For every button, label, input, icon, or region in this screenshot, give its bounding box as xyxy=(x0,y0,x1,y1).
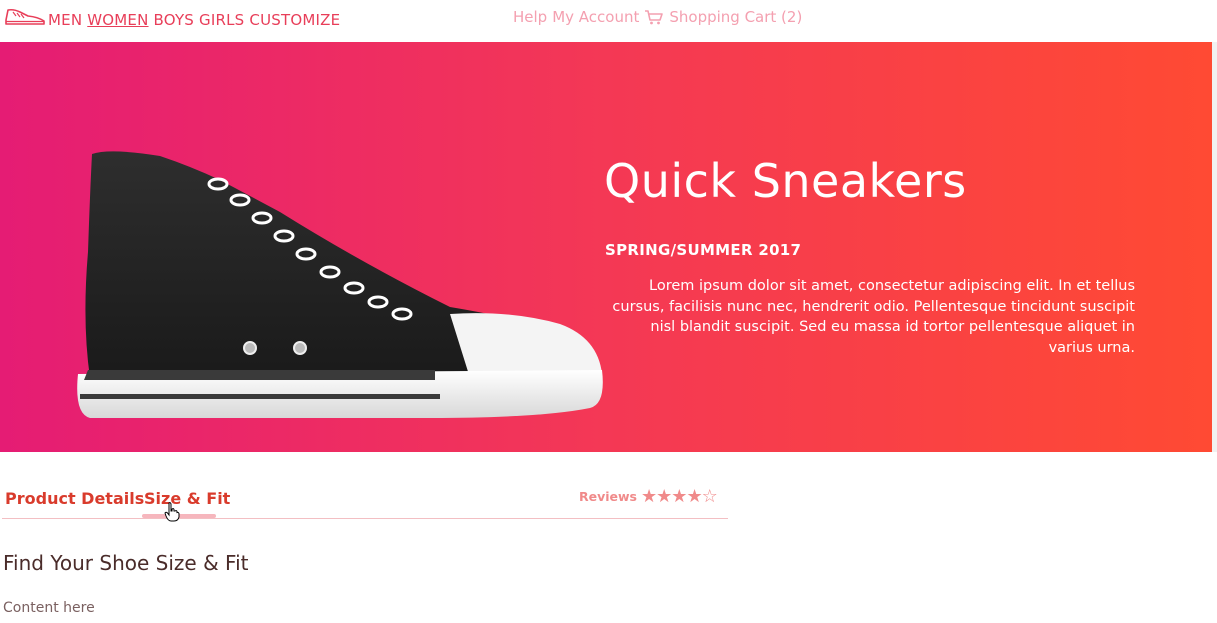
top-navigation-bar: MEN WOMEN BOYS GIRLS CUSTOMIZE Help My A… xyxy=(0,0,1217,42)
star-filled-icon: ★ xyxy=(671,486,687,507)
my-account-link[interactable]: My Account xyxy=(552,8,639,26)
tab-product-details[interactable]: Product Details xyxy=(5,489,144,508)
star-filled-icon: ★ xyxy=(686,486,702,507)
nav-item-girls[interactable]: GIRLS xyxy=(199,11,244,29)
nav-item-boys[interactable]: BOYS xyxy=(154,11,195,29)
logo[interactable] xyxy=(4,6,46,28)
hero-description: Lorem ipsum dolor sit amet, consectetur … xyxy=(612,278,1135,356)
hero-title: Quick Sneakers xyxy=(604,154,967,208)
sneaker-product-image xyxy=(77,151,603,418)
reviews-rating[interactable]: Reviews ★★★★☆ xyxy=(579,486,718,507)
star-filled-icon: ★ xyxy=(656,486,672,507)
shopping-cart-link[interactable]: Shopping Cart (2) xyxy=(669,8,802,26)
hand-pointer-cursor-icon xyxy=(164,502,180,522)
sneaker-logo-icon xyxy=(5,8,45,25)
account-nav: Help My Account Shopping Cart (2) xyxy=(513,8,802,26)
tab-size-and-fit[interactable]: Size & Fit xyxy=(144,489,230,508)
product-tabs: Product Details Size & Fit Reviews ★★★★☆ xyxy=(0,452,728,520)
nav-item-men[interactable]: MEN xyxy=(48,11,82,29)
tabs-divider xyxy=(2,518,728,519)
hero-season-label: SPRING/SUMMER 2017 xyxy=(605,241,802,259)
nav-item-customize[interactable]: CUSTOMIZE xyxy=(249,11,340,29)
star-filled-icon: ★ xyxy=(641,486,657,507)
page-scrollbar[interactable] xyxy=(1212,42,1217,452)
help-link[interactable]: Help xyxy=(513,8,547,26)
main-category-nav: MEN WOMEN BOYS GIRLS CUSTOMIZE xyxy=(48,11,340,29)
nav-item-women[interactable]: WOMEN xyxy=(87,11,148,29)
shopping-cart-icon[interactable] xyxy=(644,9,664,25)
hero-banner: Quick Sneakers SPRING/SUMMER 2017 Lorem … xyxy=(0,42,1212,452)
star-empty-icon: ☆ xyxy=(701,486,718,507)
reviews-label: Reviews xyxy=(579,489,638,504)
section-content: Content here xyxy=(3,600,95,616)
star-rating: ★★★★☆ xyxy=(641,486,718,507)
section-title: Find Your Shoe Size & Fit xyxy=(3,551,249,575)
